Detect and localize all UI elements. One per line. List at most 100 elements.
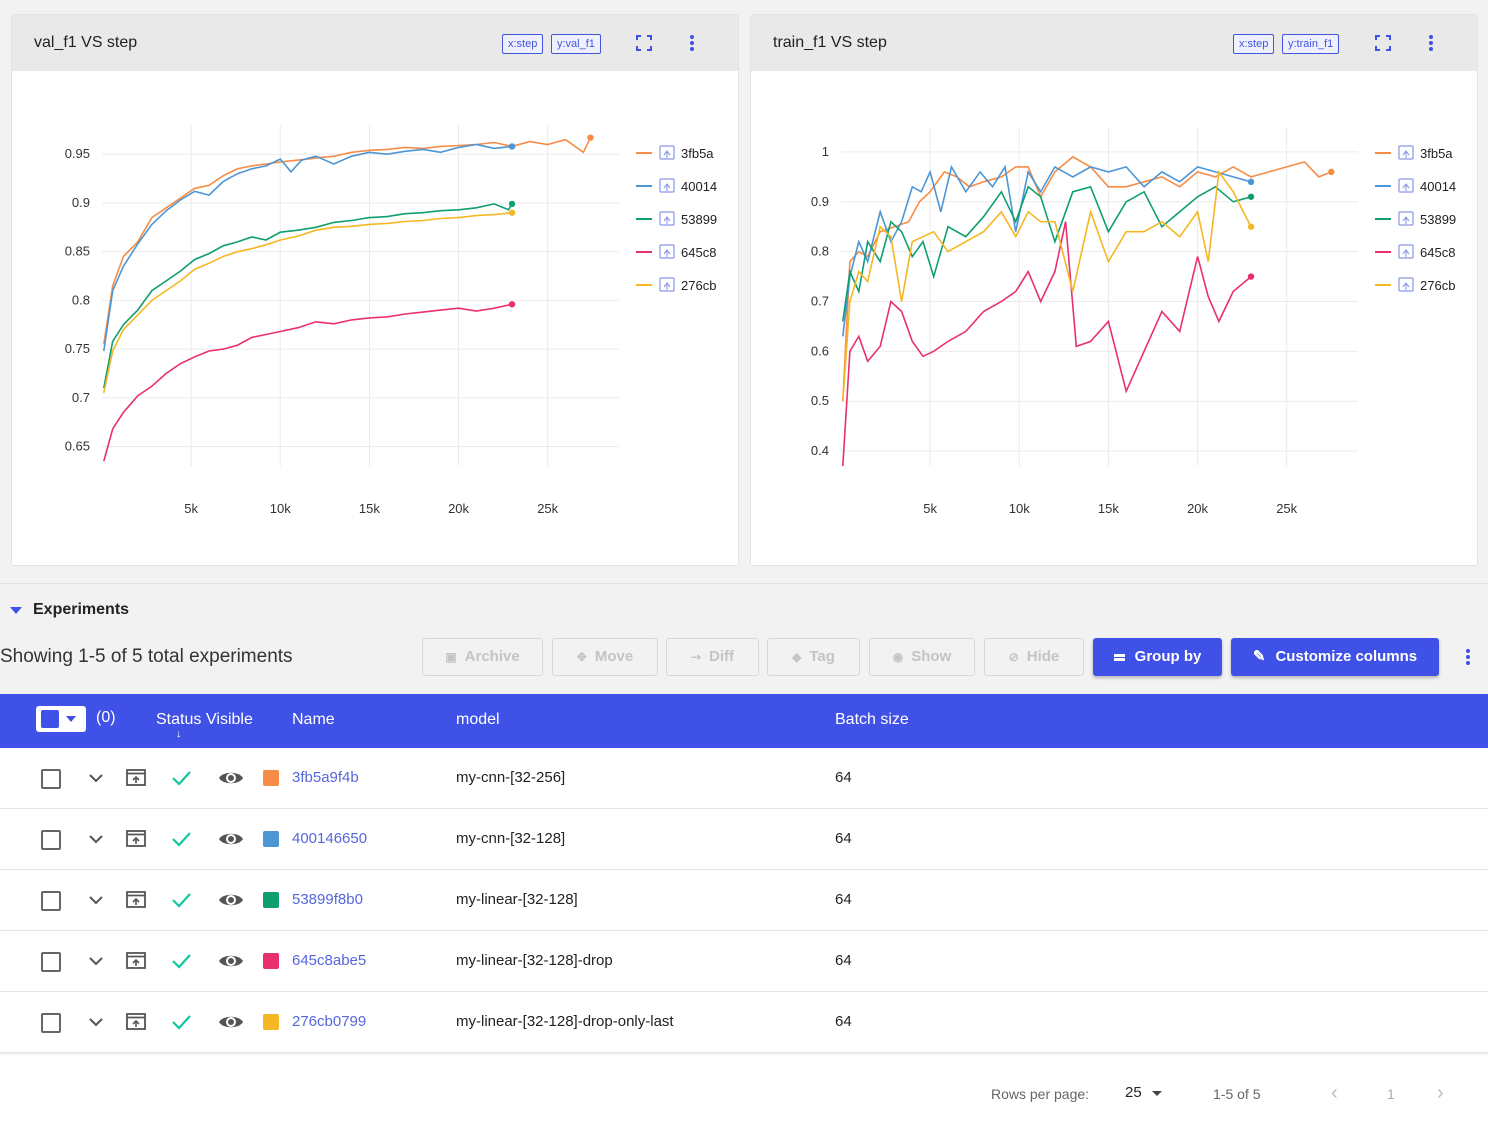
table-header: (0) Status ↓ Visible Name model Batch si… — [0, 694, 1488, 748]
column-status[interactable]: Status — [156, 711, 201, 729]
expand-row-icon[interactable] — [86, 831, 106, 847]
diff-button[interactable]: ⇢ Diff — [666, 638, 759, 676]
experiment-name-link[interactable]: 3fb5a9f4b — [292, 769, 359, 786]
visibility-eye-icon[interactable] — [218, 829, 244, 849]
series-end-point-645c8[interactable] — [1247, 273, 1255, 280]
table-row[interactable]: 3fb5a9f4b my-cnn-[32-256] 64 — [0, 748, 1488, 809]
series-end-point-276cb[interactable] — [1247, 223, 1255, 230]
table-row[interactable]: 400146650 my-cnn-[32-128] 64 — [0, 809, 1488, 870]
customize-columns-button[interactable]: ✎ Customize columns — [1231, 638, 1439, 676]
y-tick-label: 0.85 — [65, 244, 90, 259]
legend-item-40014[interactable]: 40014 — [1375, 178, 1456, 194]
experiment-name-link[interactable]: 276cb0799 — [292, 1013, 366, 1030]
eye-off-icon: ⊘ — [1008, 650, 1019, 664]
expand-row-icon[interactable] — [86, 953, 106, 969]
series-line-645c8[interactable] — [842, 221, 1252, 467]
table-row[interactable]: 53899f8b0 my-linear-[32-128] 64 — [0, 870, 1488, 931]
series-line-53899[interactable] — [103, 203, 513, 389]
series-end-point-40014[interactable] — [1247, 178, 1255, 186]
series-end-point-3fb5a[interactable] — [1328, 168, 1335, 176]
archive-button[interactable]: ▣ Archive — [422, 638, 543, 676]
series-end-point-53899[interactable] — [508, 200, 516, 208]
table-row[interactable]: 276cb0799 my-linear-[32-128]-drop-only-l… — [0, 992, 1488, 1053]
row-checkbox[interactable] — [41, 891, 61, 911]
more-vert-icon[interactable] — [682, 33, 702, 53]
tag-button[interactable]: ◆ Tag — [767, 638, 860, 676]
series-line-3fb5a[interactable] — [842, 155, 1332, 402]
series-end-point-3fb5a[interactable] — [587, 134, 594, 141]
open-in-new-icon[interactable] — [125, 767, 147, 787]
column-name[interactable]: Name — [292, 711, 335, 729]
color-swatch[interactable] — [263, 831, 279, 847]
legend-item-3fb5a[interactable]: 3fb5a — [1375, 145, 1453, 161]
visibility-eye-icon[interactable] — [218, 951, 244, 971]
select-all-checkbox[interactable] — [41, 710, 59, 728]
legend-item-276cb[interactable]: 276cb — [1375, 277, 1455, 293]
table-row[interactable]: 645c8abe5 my-linear-[32-128]-drop 64 — [0, 931, 1488, 992]
y-axis-tag[interactable]: y:val_f1 — [551, 34, 601, 54]
color-swatch[interactable] — [263, 1014, 279, 1030]
series-end-point-40014[interactable] — [508, 143, 516, 150]
more-vert-icon[interactable] — [1421, 33, 1441, 53]
experiment-name-link[interactable]: 400146650 — [292, 830, 367, 847]
chevron-down-icon[interactable] — [66, 716, 76, 722]
color-swatch[interactable] — [263, 953, 279, 969]
legend-item-645c8[interactable]: 645c8 — [636, 244, 716, 260]
open-in-new-icon[interactable] — [125, 828, 147, 848]
legend-item-53899[interactable]: 53899 — [1375, 211, 1456, 227]
series-line-645c8[interactable] — [103, 303, 513, 462]
open-in-new-icon[interactable] — [125, 950, 147, 970]
legend-item-645c8[interactable]: 645c8 — [1375, 244, 1455, 260]
open-in-new-icon[interactable] — [125, 1011, 147, 1031]
next-page-icon[interactable]: › — [1437, 1082, 1444, 1105]
series-line-3fb5a[interactable] — [103, 137, 592, 345]
legend-item-3fb5a[interactable]: 3fb5a — [636, 145, 714, 161]
rows-per-page-select[interactable]: 25 — [1125, 1084, 1162, 1101]
expand-row-icon[interactable] — [86, 770, 106, 786]
visibility-eye-icon[interactable] — [218, 890, 244, 910]
experiment-name-link[interactable]: 645c8abe5 — [292, 952, 366, 969]
group-by-button[interactable]: Group by — [1093, 638, 1222, 676]
open-in-new-icon[interactable] — [125, 889, 147, 909]
row-checkbox[interactable] — [41, 830, 61, 850]
legend-item-53899[interactable]: 53899 — [636, 211, 717, 227]
row-checkbox[interactable] — [41, 769, 61, 789]
x-axis-tag[interactable]: x:step — [1233, 34, 1275, 54]
series-line-276cb[interactable] — [103, 211, 513, 394]
hide-button[interactable]: ⊘ Hide — [984, 638, 1084, 676]
color-swatch[interactable] — [263, 770, 279, 786]
experiment-name-link[interactable]: 53899f8b0 — [292, 891, 363, 908]
series-end-point-53899[interactable] — [1247, 193, 1255, 200]
sort-arrow-icon[interactable]: ↓ — [176, 728, 182, 740]
series-line-40014[interactable] — [103, 143, 513, 352]
val-f1-chart[interactable]: 0.65 0.7 0.75 0.8 0.85 0.9 0.95 5k 10k 15k 20k 25k 3… — [12, 71, 739, 566]
y-axis-tag[interactable]: y:train_f1 — [1282, 34, 1340, 54]
train-f1-chart[interactable]: 0.40.50.60.70.80.915k 10k 15k 20k 25k3fb5a40… — [751, 71, 1478, 566]
legend-item-276cb[interactable]: 276cb — [636, 277, 716, 293]
color-swatch[interactable] — [263, 892, 279, 908]
show-button[interactable]: ◉ Show — [869, 638, 975, 676]
legend-item-40014[interactable]: 40014 — [636, 178, 717, 194]
visibility-eye-icon[interactable] — [218, 768, 244, 788]
expand-icon[interactable] — [634, 33, 654, 53]
prev-page-icon[interactable]: ‹ — [1331, 1082, 1338, 1105]
expand-row-icon[interactable] — [86, 1014, 106, 1030]
move-button[interactable]: ✥ Move — [552, 638, 658, 676]
x-tick-label: 20k — [1187, 501, 1208, 516]
row-checkbox[interactable] — [41, 952, 61, 972]
row-checkbox[interactable] — [41, 1013, 61, 1033]
expand-row-icon[interactable] — [86, 892, 106, 908]
column-batch-size[interactable]: Batch size — [835, 711, 909, 729]
collapse-caret-icon[interactable] — [10, 607, 22, 614]
current-page[interactable]: 1 — [1387, 1086, 1395, 1102]
x-axis-tag[interactable]: x:step — [502, 34, 544, 54]
series-end-point-645c8[interactable] — [508, 301, 516, 308]
column-model[interactable]: model — [456, 711, 500, 729]
more-vert-icon[interactable] — [1458, 647, 1478, 667]
experiments-title[interactable]: Experiments — [33, 601, 129, 619]
visibility-eye-icon[interactable] — [218, 1012, 244, 1032]
column-visible[interactable]: Visible — [206, 711, 253, 729]
select-all-dropdown[interactable] — [36, 706, 86, 732]
expand-icon[interactable] — [1373, 33, 1393, 53]
series-end-point-276cb[interactable] — [508, 209, 516, 216]
